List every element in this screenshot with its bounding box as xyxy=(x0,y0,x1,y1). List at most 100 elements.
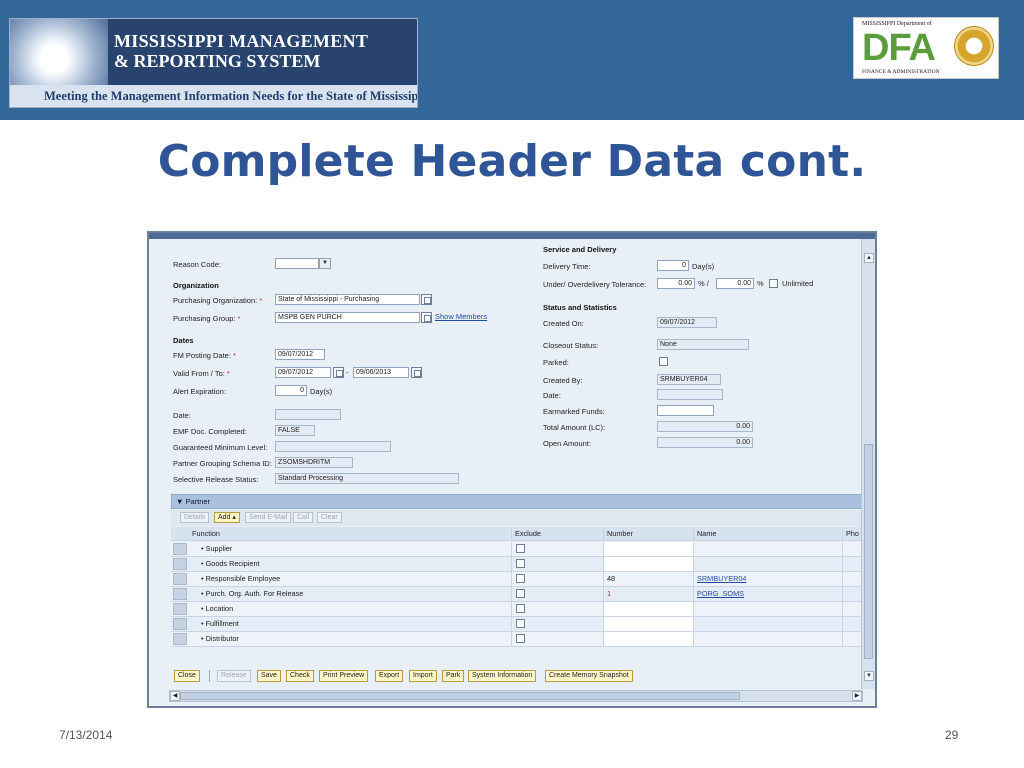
total-amount-label: Total Amount (LC): xyxy=(543,423,606,432)
purch-group-lookup-icon[interactable] xyxy=(421,312,432,323)
row-number[interactable]: 1 xyxy=(604,587,694,601)
table-row[interactable]: • Purch. Org. Auth. For Release 1 PORG_S… xyxy=(171,587,862,602)
row-function: • Location xyxy=(189,602,512,616)
send-email-button[interactable]: Send E-Mail xyxy=(245,512,292,523)
row-selector[interactable] xyxy=(173,618,187,630)
closeout-field: None xyxy=(657,339,749,350)
add-button[interactable]: Add ▴ xyxy=(214,512,240,523)
calendar-to-icon[interactable] xyxy=(411,367,422,378)
table-row[interactable]: • Location xyxy=(171,602,862,617)
row-selector[interactable] xyxy=(173,633,187,645)
park-button[interactable]: Park xyxy=(442,670,465,682)
fm-posting-label: FM Posting Date: * xyxy=(173,351,236,360)
valid-from-to-label: Valid From / To: * xyxy=(173,369,230,378)
row-exclude xyxy=(512,617,604,631)
row-selector[interactable] xyxy=(173,558,187,570)
purch-org-field[interactable]: State of Mississippi - Purchasing xyxy=(275,294,420,305)
open-amount-label: Open Amount: xyxy=(543,439,591,448)
row-selector[interactable] xyxy=(173,543,187,555)
show-members-link[interactable]: Show Members xyxy=(435,312,487,321)
partner-table-header: Function Exclude Number Name Pho xyxy=(171,527,862,541)
fm-posting-field[interactable]: 09/07/2012 xyxy=(275,349,325,360)
pgs-label: Partner Grouping Schema ID: xyxy=(173,459,272,468)
system-information-button[interactable]: System Information xyxy=(468,670,537,682)
table-row[interactable]: • Goods Recipient xyxy=(171,557,862,572)
print-preview-button[interactable]: Print Preview xyxy=(319,670,369,682)
state-seal-icon xyxy=(954,26,994,66)
row-number[interactable] xyxy=(604,617,694,631)
col-function: Function xyxy=(189,527,512,540)
created-on-label: Created On: xyxy=(543,319,584,328)
earmarked-field[interactable] xyxy=(657,405,714,416)
window-top-bar xyxy=(149,233,875,239)
exclude-checkbox[interactable] xyxy=(516,544,525,553)
save-button[interactable]: Save xyxy=(257,670,281,682)
unlimited-checkbox[interactable] xyxy=(769,279,778,288)
details-button[interactable]: Details xyxy=(180,512,210,523)
tolerance-over-field[interactable]: 0.00 xyxy=(716,278,754,289)
row-number[interactable] xyxy=(604,602,694,616)
open-amount-field: 0.00 xyxy=(657,437,753,448)
tolerance-under-field[interactable]: 0.00 xyxy=(657,278,695,289)
import-button[interactable]: Import xyxy=(409,670,437,682)
calendar-from-icon[interactable] xyxy=(333,367,344,378)
release-button[interactable]: Release xyxy=(217,670,251,682)
row-name xyxy=(694,542,843,556)
alert-expiration-field[interactable]: 0 xyxy=(275,385,307,396)
row-number[interactable] xyxy=(604,542,694,556)
row-phone xyxy=(843,602,862,616)
slide-title: Complete Header Data cont. xyxy=(157,136,867,187)
purch-org-lookup-icon[interactable] xyxy=(421,294,432,305)
parked-checkbox[interactable] xyxy=(659,357,668,366)
closeout-label: Closeout Status: xyxy=(543,341,599,350)
slide: MISSISSIPPI MANAGEMENT & REPORTING SYSTE… xyxy=(0,0,1024,768)
table-row[interactable]: • Fulfillment xyxy=(171,617,862,632)
row-selector[interactable] xyxy=(173,603,187,615)
valid-from-field[interactable]: 09/07/2012 xyxy=(275,367,331,378)
row-name-link[interactable]: SRMBUYER04 xyxy=(694,572,843,586)
exclude-checkbox[interactable] xyxy=(516,574,525,583)
purch-group-field[interactable]: MSPB GEN PURCH xyxy=(275,312,420,323)
vertical-scroll-thumb[interactable] xyxy=(864,444,873,659)
row-number[interactable] xyxy=(604,557,694,571)
reason-code-dropdown-icon[interactable]: ▼ xyxy=(319,258,331,269)
row-exclude xyxy=(512,542,604,556)
call-button[interactable]: Call xyxy=(293,512,314,523)
horizontal-scrollbar[interactable]: ◀ ▶ xyxy=(169,690,863,702)
scroll-up-icon[interactable]: ▲ xyxy=(864,253,874,263)
created-by-label: Created By: xyxy=(543,376,583,385)
horizontal-scroll-thumb[interactable] xyxy=(180,692,740,700)
exclude-checkbox[interactable] xyxy=(516,604,525,613)
row-name-link[interactable]: PORG_SOMS xyxy=(694,587,843,601)
scroll-left-icon[interactable]: ◀ xyxy=(170,691,180,701)
row-selector[interactable] xyxy=(173,588,187,600)
table-row[interactable]: • Distributor xyxy=(171,632,862,647)
exclude-checkbox[interactable] xyxy=(516,634,525,643)
reason-code-field[interactable] xyxy=(275,258,319,269)
unlimited-label: Unlimited xyxy=(782,279,814,288)
scroll-down-icon[interactable]: ▼ xyxy=(864,671,874,681)
row-selector[interactable] xyxy=(173,573,187,585)
create-memory-snapshot-button[interactable]: Create Memory Snapshot xyxy=(545,670,633,682)
dfa-logo-bottom-text: FINANCE & ADMINISTRATION xyxy=(862,69,940,75)
col-number: Number xyxy=(604,527,694,540)
table-row[interactable]: • Responsible Employee 48 SRMBUYER04 xyxy=(171,572,862,587)
scroll-right-icon[interactable]: ▶ xyxy=(852,691,862,701)
row-number[interactable]: 48 xyxy=(604,572,694,586)
check-button[interactable]: Check xyxy=(286,670,314,682)
valid-separator: - xyxy=(346,368,349,377)
purch-group-label: Purchasing Group: * xyxy=(173,314,241,323)
delivery-time-unit: Day(s) xyxy=(692,262,715,271)
row-number[interactable] xyxy=(604,632,694,646)
vertical-scrollbar[interactable]: ▲ ▼ xyxy=(861,239,875,689)
valid-to-field[interactable]: 09/06/2013 xyxy=(353,367,409,378)
clear-button[interactable]: Clear xyxy=(317,512,342,523)
export-button[interactable]: Export xyxy=(375,670,404,682)
exclude-checkbox[interactable] xyxy=(516,589,525,598)
table-row[interactable]: • Supplier xyxy=(171,542,862,557)
close-button[interactable]: Close xyxy=(174,670,200,682)
exclude-checkbox[interactable] xyxy=(516,619,525,628)
delivery-time-field[interactable]: 0 xyxy=(657,260,689,271)
exclude-checkbox[interactable] xyxy=(516,559,525,568)
partner-section-header[interactable]: ▼ Partner xyxy=(171,494,862,509)
